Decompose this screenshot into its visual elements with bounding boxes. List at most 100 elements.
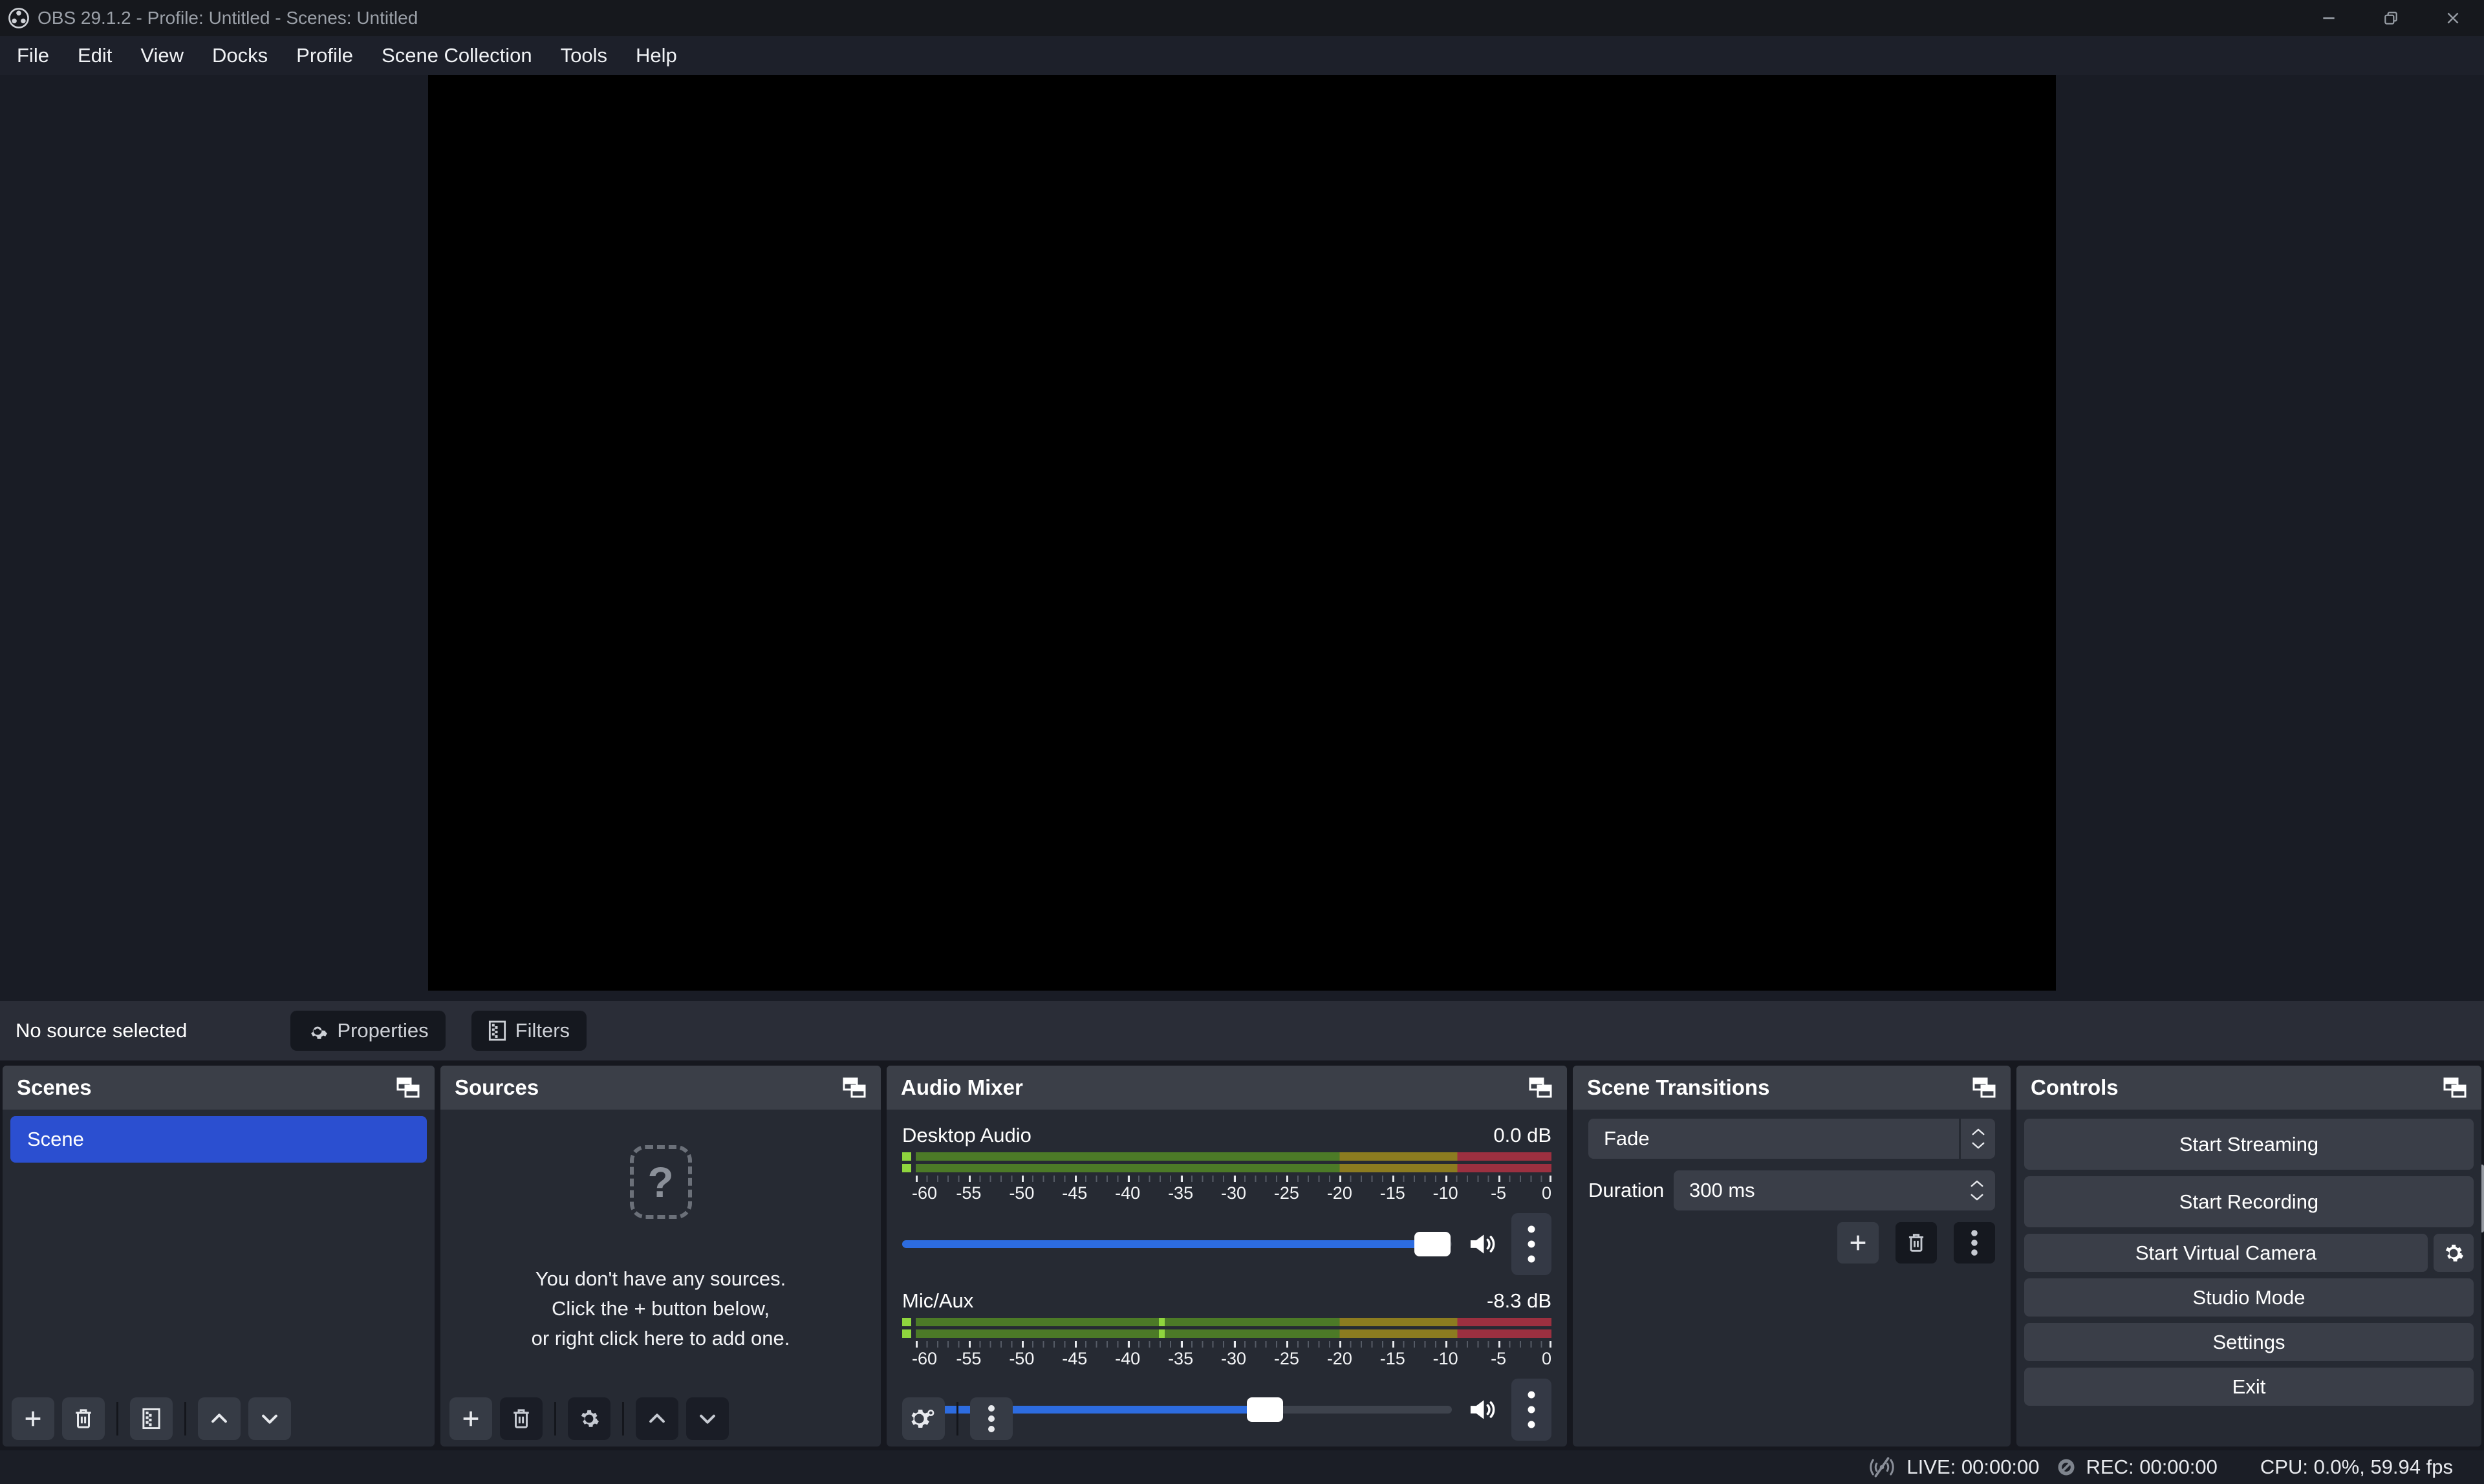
menu-item-help[interactable]: Help <box>621 36 691 75</box>
add-scene-button[interactable] <box>12 1397 54 1440</box>
sources-empty-line: Click the + button below, <box>552 1294 770 1324</box>
sources-panel-header[interactable]: Sources <box>440 1066 881 1110</box>
move-source-down-button[interactable] <box>686 1397 729 1440</box>
volume-meter: -60-55-50-45-40-35-30-25-20-15-10-50 <box>902 1152 1551 1207</box>
menu-item-tools[interactable]: Tools <box>546 36 621 75</box>
channel-name: Mic/Aux <box>902 1289 973 1313</box>
menu-item-scene-collection[interactable]: Scene Collection <box>367 36 546 75</box>
channel-level-db: -8.3 dB <box>1487 1289 1551 1313</box>
popout-icon <box>842 1077 867 1099</box>
volume-slider[interactable] <box>902 1240 1452 1248</box>
filter-icon <box>488 1020 506 1042</box>
spinbox-arrow-icons[interactable] <box>1959 1179 1995 1201</box>
volume-slider-handle[interactable] <box>1247 1397 1283 1422</box>
source-context-toolbar: No source selected Properties Filters <box>0 1001 2484 1060</box>
mixer-menu-button[interactable] <box>970 1397 1013 1440</box>
menu-item-view[interactable]: View <box>126 36 198 75</box>
transition-buttons <box>1588 1222 1995 1264</box>
popout-icon <box>1972 1077 1996 1099</box>
menu-item-edit[interactable]: Edit <box>63 36 126 75</box>
meter-scale-labels: -60-55-50-45-40-35-30-25-20-15-10-50 <box>916 1183 1551 1207</box>
toolbar-separator <box>116 1402 118 1436</box>
move-scene-down-button[interactable] <box>248 1397 291 1440</box>
add-source-button[interactable] <box>449 1397 492 1440</box>
scene-transitions-panel-title: Scene Transitions <box>1587 1075 1769 1100</box>
gear-icon <box>307 1020 328 1041</box>
settings-button[interactable]: Settings <box>2024 1323 2474 1361</box>
start-virtual-camera-button[interactable]: Start Virtual Camera <box>2024 1234 2428 1272</box>
close-button[interactable] <box>2422 0 2484 36</box>
stream-inactive-icon <box>1868 1456 1896 1478</box>
source-properties-button[interactable] <box>568 1397 610 1440</box>
start-recording-button[interactable]: Start Recording <box>2024 1176 2474 1227</box>
audio-mixer-body: Desktop Audio 0.0 dB -60-55-50-45-40-35-… <box>887 1110 1567 1388</box>
audio-mixer-panel-title: Audio Mixer <box>901 1075 1023 1100</box>
virtual-camera-settings-button[interactable] <box>2434 1234 2474 1272</box>
scene-transitions-panel-header[interactable]: Scene Transitions <box>1573 1066 2011 1110</box>
move-source-up-button[interactable] <box>636 1397 678 1440</box>
minimize-button[interactable] <box>2298 0 2360 36</box>
title-bar: OBS 29.1.2 - Profile: Untitled - Scenes:… <box>0 0 2484 36</box>
studio-mode-button[interactable]: Studio Mode <box>2024 1278 2474 1317</box>
select-spinner-icons[interactable] <box>1959 1119 1995 1159</box>
remove-source-button[interactable] <box>500 1397 543 1440</box>
source-selection-status: No source selected <box>16 1019 187 1042</box>
advanced-audio-button[interactable] <box>902 1397 945 1440</box>
sources-empty-line: You don't have any sources. <box>535 1264 786 1294</box>
meter-tick-marks <box>916 1176 1551 1182</box>
question-mark-icon: ? <box>630 1145 692 1219</box>
cpu-fps-stats: CPU: 0.0%, 59.94 fps <box>2260 1456 2453 1479</box>
controls-body: Start Streaming Start Recording Start Vi… <box>2016 1110 2481 1406</box>
duration-spinbox[interactable]: 300 ms <box>1674 1170 1995 1210</box>
duration-label: Duration <box>1588 1179 1674 1202</box>
scene-transitions-body: Fade Duration 300 ms <box>1573 1110 2011 1264</box>
scene-filters-button[interactable] <box>130 1397 173 1440</box>
menu-item-file[interactable]: File <box>3 36 63 75</box>
remove-transition-button[interactable] <box>1895 1222 1937 1264</box>
add-transition-button[interactable] <box>1837 1222 1879 1264</box>
menu-item-docks[interactable]: Docks <box>198 36 282 75</box>
restore-button[interactable] <box>2360 0 2422 36</box>
properties-button[interactable]: Properties <box>290 1011 445 1051</box>
speaker-icon[interactable] <box>1469 1232 1497 1256</box>
transition-select[interactable]: Fade <box>1588 1119 1995 1159</box>
channel-menu-button[interactable] <box>1511 1379 1551 1441</box>
popout-icon <box>396 1077 420 1099</box>
toolbar-separator <box>184 1402 186 1436</box>
preview-canvas[interactable] <box>428 75 2056 991</box>
toolbar-separator <box>956 1402 958 1436</box>
controls-panel-header[interactable]: Controls <box>2016 1066 2481 1110</box>
menu-item-profile[interactable]: Profile <box>282 36 367 75</box>
filters-label: Filters <box>515 1019 570 1042</box>
toolbar-separator <box>554 1402 556 1436</box>
scene-list-item[interactable]: Scene <box>10 1116 427 1163</box>
live-status: LIVE: 00:00:00 <box>1868 1456 2039 1479</box>
window-title: OBS 29.1.2 - Profile: Untitled - Scenes:… <box>38 8 418 28</box>
duration-value: 300 ms <box>1674 1179 1959 1202</box>
scenes-panel: Scenes Scene <box>3 1066 435 1446</box>
channel-name: Desktop Audio <box>902 1124 1031 1147</box>
exit-button[interactable]: Exit <box>2024 1368 2474 1406</box>
remove-scene-button[interactable] <box>62 1397 105 1440</box>
sources-panel: Sources ? You don't have any sources. Cl… <box>440 1066 881 1446</box>
move-scene-up-button[interactable] <box>198 1397 241 1440</box>
rec-status: REC: 00:00:00 <box>2057 1456 2218 1479</box>
mixer-channel-desktop-audio: Desktop Audio 0.0 dB -60-55-50-45-40-35-… <box>902 1124 1551 1275</box>
live-time: LIVE: 00:00:00 <box>1906 1456 2039 1479</box>
speaker-icon[interactable] <box>1469 1398 1497 1421</box>
channel-level-db: 0.0 dB <box>1493 1124 1551 1147</box>
status-bar: LIVE: 00:00:00 REC: 00:00:00 CPU: 0.0%, … <box>0 1450 2484 1484</box>
scenes-panel-title: Scenes <box>17 1075 92 1100</box>
popout-icon <box>2443 1077 2467 1099</box>
volume-slider-handle[interactable] <box>1414 1232 1451 1256</box>
scenes-panel-header[interactable]: Scenes <box>3 1066 435 1110</box>
transition-selected-value: Fade <box>1588 1127 1959 1150</box>
filters-button[interactable]: Filters <box>471 1011 587 1051</box>
sources-empty-state: ? You don't have any sources. Click the … <box>440 1110 881 1388</box>
channel-menu-button[interactable] <box>1511 1213 1551 1275</box>
start-streaming-button[interactable]: Start Streaming <box>2024 1119 2474 1170</box>
obs-logo-icon <box>8 7 30 29</box>
sources-empty-line: or right click here to add one. <box>532 1324 790 1353</box>
transition-properties-button[interactable] <box>1954 1222 1995 1264</box>
audio-mixer-panel-header[interactable]: Audio Mixer <box>887 1066 1567 1110</box>
